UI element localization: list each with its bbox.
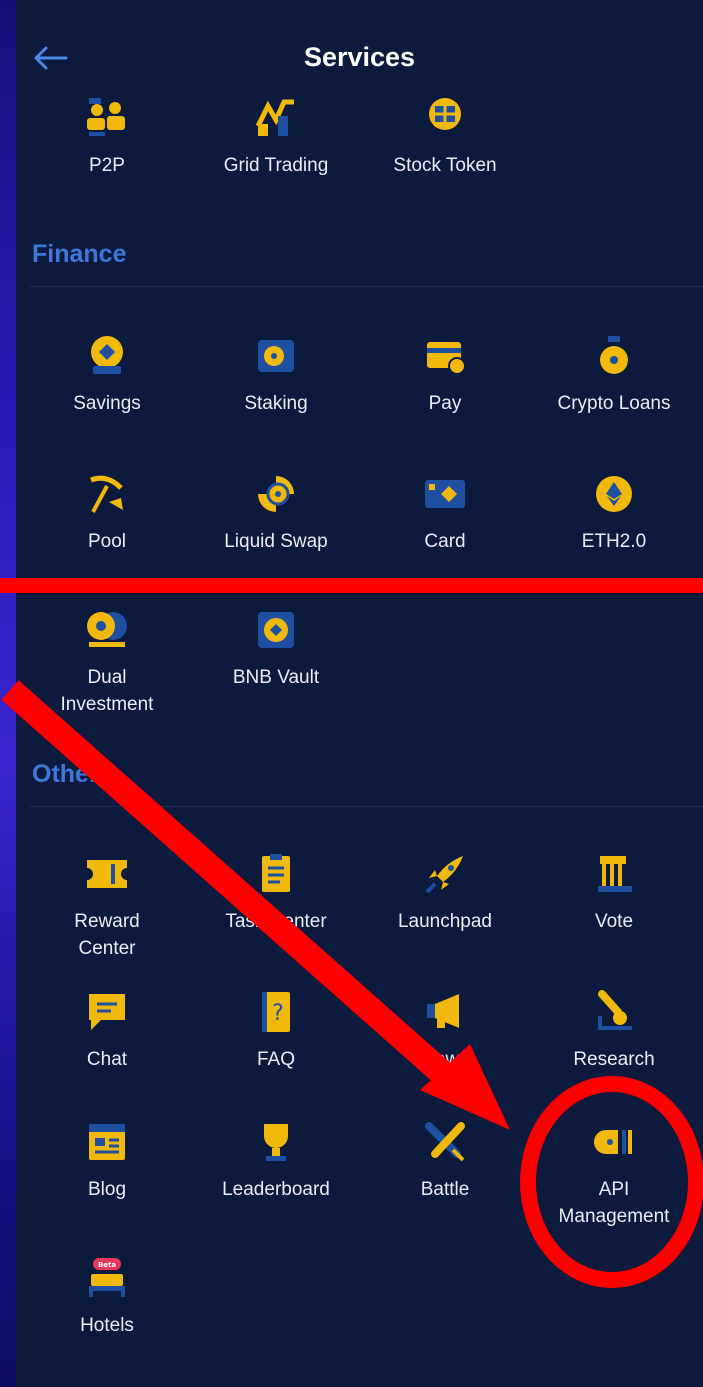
- service-label-line2: Center: [78, 938, 136, 959]
- service-label: Dual: [87, 667, 127, 688]
- background-edge: [0, 0, 16, 1387]
- service-label: News: [421, 1049, 469, 1070]
- service-label: Launchpad: [397, 911, 493, 932]
- service-label: Battle: [420, 1179, 470, 1200]
- service-leaderboard[interactable]: Leaderboard: [190, 1120, 362, 1203]
- service-faq[interactable]: ? FAQ: [190, 990, 362, 1073]
- divider: [30, 806, 703, 807]
- service-dual-investment[interactable]: Dual Investment: [21, 608, 193, 718]
- service-stock-token[interactable]: Stock Token: [359, 96, 531, 179]
- service-label: Crypto Loans: [557, 393, 671, 414]
- service-p2p[interactable]: P2P: [21, 96, 193, 179]
- service-vote[interactable]: Vote: [528, 852, 700, 935]
- service-battle[interactable]: Battle: [359, 1120, 531, 1203]
- service-bnb-vault[interactable]: BNB Vault: [190, 608, 362, 691]
- service-label: Leaderboard: [222, 1179, 330, 1200]
- service-label: Vote: [594, 911, 634, 932]
- service-label: Pay: [428, 393, 462, 414]
- page-title: Services: [303, 42, 416, 72]
- service-label: Savings: [73, 393, 141, 414]
- service-label: Liquid Swap: [224, 531, 328, 552]
- trophy-icon: [264, 1124, 288, 1161]
- service-label: ETH2.0: [581, 531, 647, 552]
- divider: [30, 286, 703, 287]
- megaphone-icon: [427, 994, 459, 1028]
- service-label-line2: Management: [558, 1206, 670, 1227]
- chat-icon: [89, 994, 125, 1030]
- plug-icon: [594, 1130, 632, 1154]
- liquid-swap-icon: [258, 476, 294, 512]
- svg-text:?: ?: [272, 1001, 284, 1026]
- blog-icon: [89, 1124, 125, 1160]
- service-label: P2P: [89, 155, 125, 176]
- dual-investment-icon: [87, 612, 127, 647]
- service-blog[interactable]: Blog: [21, 1120, 193, 1203]
- task-center-icon: [262, 854, 290, 892]
- grid-trading-icon: [255, 99, 294, 136]
- reward-center-icon: [87, 860, 127, 888]
- service-label: Stock Token: [393, 155, 497, 176]
- pool-icon: [90, 475, 123, 513]
- service-label: Card: [424, 531, 466, 552]
- beta-badge: Beta: [98, 1261, 116, 1269]
- service-label: Hotels: [80, 1315, 134, 1336]
- service-crypto-loans[interactable]: Crypto Loans: [528, 334, 700, 417]
- crypto-loans-icon: [600, 336, 628, 374]
- service-news[interactable]: News: [359, 990, 531, 1073]
- service-label: Chat: [86, 1049, 128, 1070]
- vote-icon: [598, 856, 632, 892]
- service-label: Staking: [244, 393, 308, 414]
- savings-icon: [91, 336, 123, 374]
- service-pool[interactable]: Pool: [21, 472, 193, 555]
- p2p-icon: [87, 98, 125, 136]
- pay-icon: [427, 342, 466, 375]
- bnb-vault-icon: [258, 612, 294, 648]
- service-label: Reward: [74, 911, 140, 932]
- service-label: Blog: [87, 1179, 127, 1200]
- faq-icon: ?: [262, 992, 290, 1032]
- service-launchpad[interactable]: Launchpad: [359, 852, 531, 935]
- section-title-finance: Finance: [32, 240, 127, 268]
- service-label: Research: [573, 1049, 655, 1070]
- service-label: API: [598, 1179, 630, 1200]
- service-label: FAQ: [256, 1049, 295, 1070]
- service-research[interactable]: Research: [528, 990, 700, 1073]
- service-label: Grid Trading: [223, 155, 329, 176]
- section-title-others: Others: [32, 760, 113, 788]
- service-label: Pool: [87, 531, 127, 552]
- service-reward-center[interactable]: Reward Center: [21, 852, 193, 962]
- service-hotels[interactable]: Beta Hotels: [21, 1256, 193, 1339]
- service-label: Task Center: [225, 911, 327, 932]
- staking-icon: [258, 340, 294, 372]
- eth-icon: [596, 476, 632, 512]
- service-label-line2: Investment: [60, 694, 154, 715]
- battle-icon: [425, 1122, 465, 1162]
- microscope-icon: [598, 990, 632, 1030]
- service-label: BNB Vault: [232, 667, 320, 688]
- service-eth2[interactable]: ETH2.0: [528, 472, 700, 555]
- service-pay[interactable]: Pay: [359, 334, 531, 417]
- card-icon: [425, 480, 465, 508]
- header: Services: [16, 0, 703, 90]
- bed-icon: Beta: [89, 1258, 125, 1297]
- service-api-management[interactable]: API Management: [528, 1120, 700, 1230]
- service-staking[interactable]: Staking: [190, 334, 362, 417]
- service-savings[interactable]: Savings: [21, 334, 193, 417]
- services-screen: Services P2P Grid Trading Stock Token Fi…: [16, 0, 703, 1387]
- service-card[interactable]: Card: [359, 472, 531, 555]
- service-chat[interactable]: Chat: [21, 990, 193, 1073]
- service-grid-trading[interactable]: Grid Trading: [190, 96, 362, 179]
- service-task-center[interactable]: Task Center: [190, 852, 362, 935]
- stock-token-icon: [429, 98, 461, 130]
- service-liquid-swap[interactable]: Liquid Swap: [190, 472, 362, 555]
- rocket-icon: [425, 856, 463, 894]
